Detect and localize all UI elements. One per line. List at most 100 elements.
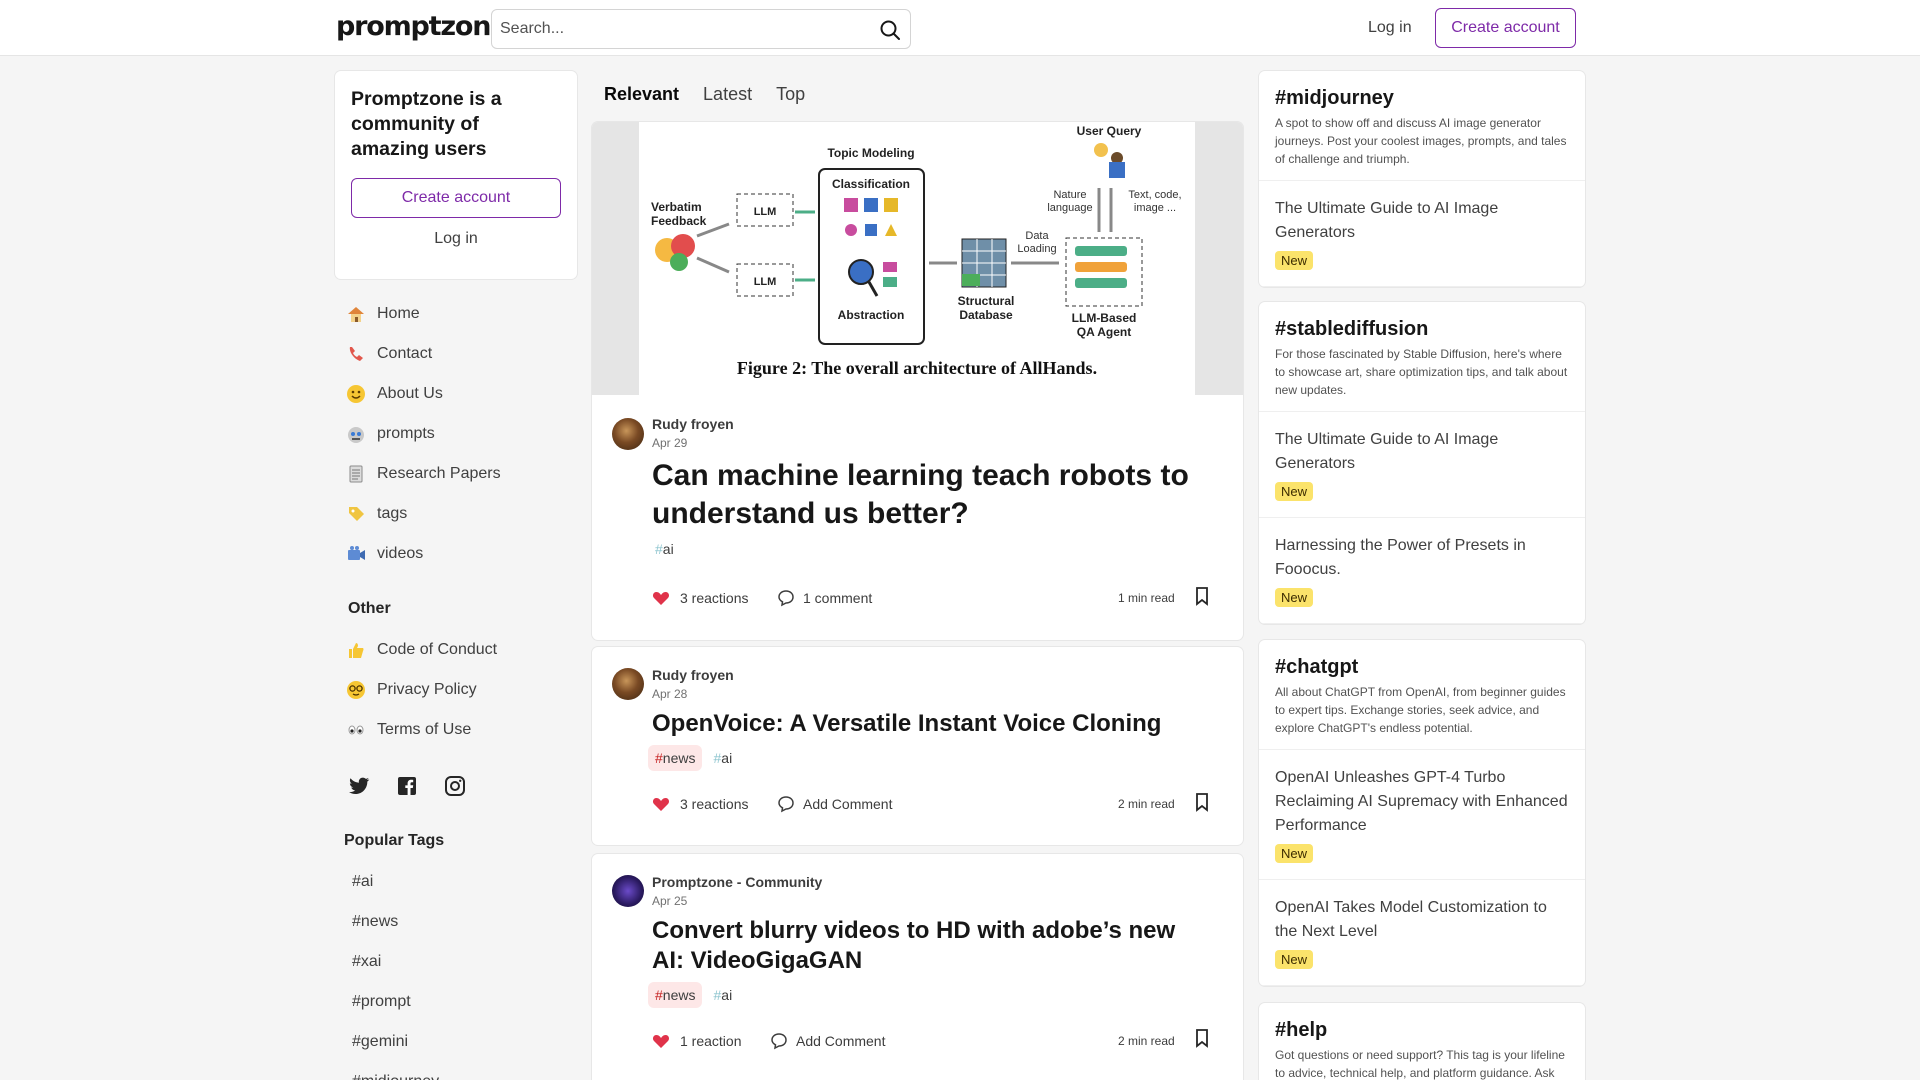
widget-header: #stablediffusion For those fascinated by… bbox=[1259, 302, 1585, 412]
robot-face-icon bbox=[345, 423, 367, 445]
post-author[interactable]: Rudy froyen bbox=[652, 667, 734, 683]
post-date[interactable]: Apr 28 bbox=[652, 687, 687, 701]
search-box[interactable] bbox=[491, 9, 911, 49]
site-logo[interactable]: promptzone. bbox=[336, 11, 518, 42]
avatar[interactable] bbox=[612, 668, 644, 700]
post-card[interactable]: Verbatim Feedback LLM LLM Topic Modeling… bbox=[592, 122, 1243, 640]
post-title[interactable]: Convert blurry videos to HD with adobe’s… bbox=[652, 916, 1212, 976]
reactions-button[interactable]: 3 reactions bbox=[652, 795, 748, 813]
post-title[interactable]: Can machine learning teach robots to und… bbox=[652, 457, 1192, 533]
post-title[interactable]: OpenVoice: A Versatile Instant Voice Clo… bbox=[652, 709, 1212, 739]
nerd-face-icon bbox=[345, 679, 367, 701]
post-card[interactable]: Rudy froyen Apr 28 OpenVoice: A Versatil… bbox=[592, 647, 1243, 845]
sidebar-item-about-us[interactable]: About Us bbox=[335, 374, 577, 414]
promo-create-account-button[interactable]: Create account bbox=[351, 178, 561, 218]
widget-post-item[interactable]: The Ultimate Guide to AI Image Generator… bbox=[1259, 181, 1585, 287]
post-author[interactable]: Rudy froyen bbox=[652, 416, 734, 432]
diagram-database: Database bbox=[959, 308, 1013, 322]
post-date[interactable]: Apr 25 bbox=[652, 894, 687, 908]
comments-button[interactable]: Add Comment bbox=[770, 1032, 885, 1050]
post-card[interactable]: Promptzone - Community Apr 25 Convert bl… bbox=[592, 854, 1243, 1080]
post-tag[interactable]: #ai bbox=[706, 745, 739, 771]
post-cover-image[interactable]: Verbatim Feedback LLM LLM Topic Modeling… bbox=[592, 122, 1243, 395]
popular-tags-heading: Popular Tags bbox=[344, 832, 445, 849]
widget-post-title[interactable]: The Ultimate Guide to AI Image Generator… bbox=[1275, 428, 1569, 476]
telephone-icon bbox=[345, 343, 367, 365]
promo-title: Promptzone is a community of amazing use… bbox=[351, 88, 502, 160]
popular-tag-item[interactable]: #xai bbox=[335, 942, 577, 982]
bookmark-icon[interactable] bbox=[1192, 792, 1212, 812]
bookmark-icon[interactable] bbox=[1192, 1028, 1212, 1048]
bookmark-icon[interactable] bbox=[1192, 586, 1212, 606]
widget-post-title[interactable]: Harnessing the Power of Presets in Foooc… bbox=[1275, 534, 1569, 582]
post-author[interactable]: Promptzone - Community bbox=[652, 874, 822, 890]
popular-tag-item[interactable]: #news bbox=[335, 902, 577, 942]
widget-tag-title[interactable]: #chatgpt bbox=[1275, 656, 1569, 679]
widget-tag-title[interactable]: #help bbox=[1275, 1019, 1569, 1042]
community-promo-card: Promptzone is a community of amazing use… bbox=[335, 71, 577, 279]
twitter-icon[interactable] bbox=[347, 774, 371, 798]
sidebar-item-videos[interactable]: videos bbox=[335, 534, 577, 574]
comments-button[interactable]: 1 comment bbox=[777, 589, 872, 607]
tab-latest[interactable]: Latest bbox=[691, 76, 764, 113]
diagram-text-code: Text, code, bbox=[1128, 189, 1181, 201]
popular-tag-item[interactable]: #gemini bbox=[335, 1022, 577, 1062]
post-tags: #ai bbox=[648, 536, 681, 562]
widget-post-item[interactable]: Harnessing the Power of Presets in Foooc… bbox=[1259, 518, 1585, 624]
post-tag-news[interactable]: #news bbox=[648, 745, 703, 771]
search-input[interactable] bbox=[492, 10, 852, 48]
facebook-icon[interactable] bbox=[395, 774, 419, 798]
sidebar-item-label: Privacy Policy bbox=[377, 681, 477, 698]
instagram-icon[interactable] bbox=[443, 774, 467, 798]
comments-button[interactable]: Add Comment bbox=[777, 795, 892, 813]
search-icon[interactable] bbox=[878, 18, 902, 42]
widget-post-title[interactable]: OpenAI Takes Model Customization to the … bbox=[1275, 896, 1569, 944]
post-tag-news[interactable]: #news bbox=[648, 982, 703, 1008]
reactions-button[interactable]: 3 reactions bbox=[652, 589, 748, 607]
widget-post-item[interactable]: OpenAI Takes Model Customization to the … bbox=[1259, 880, 1585, 986]
header-create-account-button[interactable]: Create account bbox=[1435, 8, 1576, 48]
diagram-llm-bottom: LLM bbox=[754, 276, 777, 288]
widget-post-item[interactable]: OpenAI Unleashes GPT-4 Turbo Reclaiming … bbox=[1259, 750, 1585, 880]
tab-top[interactable]: Top bbox=[764, 76, 817, 113]
widget-post-title[interactable]: OpenAI Unleashes GPT-4 Turbo Reclaiming … bbox=[1275, 766, 1569, 838]
social-links bbox=[347, 774, 467, 798]
header-login-link[interactable]: Log in bbox=[1356, 8, 1424, 48]
post-tag[interactable]: #ai bbox=[706, 982, 739, 1008]
widget-post-title[interactable]: The Ultimate Guide to AI Image Generator… bbox=[1275, 197, 1569, 245]
reactions-button[interactable]: 1 reaction bbox=[652, 1032, 741, 1050]
sidebar-item-prompts[interactable]: prompts bbox=[335, 414, 577, 454]
cover-figure-caption: Figure 2: The overall architecture of Al… bbox=[737, 358, 1097, 378]
read-time: 2 min read bbox=[1118, 1034, 1175, 1048]
tag-widget-chatgpt: #chatgpt All about ChatGPT from OpenAI, … bbox=[1259, 640, 1585, 986]
widget-tag-title[interactable]: #stablediffusion bbox=[1275, 318, 1569, 341]
popular-tag-item[interactable]: #prompt bbox=[335, 982, 577, 1022]
sidebar-item-tags[interactable]: tags bbox=[335, 494, 577, 534]
popular-tag-item[interactable]: #ai bbox=[335, 862, 577, 902]
heart-icon bbox=[652, 1032, 670, 1050]
post-tags: #news #ai bbox=[648, 982, 739, 1008]
new-badge: New bbox=[1275, 588, 1314, 607]
post-date[interactable]: Apr 29 bbox=[652, 436, 687, 450]
popular-tag-item[interactable]: #midjourney bbox=[335, 1062, 577, 1080]
new-badge: New bbox=[1275, 482, 1314, 501]
sidebar-item-contact[interactable]: Contact bbox=[335, 334, 577, 374]
post-tag[interactable]: #ai bbox=[648, 536, 681, 562]
avatar[interactable] bbox=[612, 875, 644, 907]
tab-relevant[interactable]: Relevant bbox=[592, 76, 691, 113]
avatar[interactable] bbox=[612, 418, 644, 450]
new-badge: New bbox=[1275, 251, 1314, 270]
diagram-qa-agent: QA Agent bbox=[1077, 325, 1131, 339]
widget-post-item[interactable]: The Ultimate Guide to AI Image Generator… bbox=[1259, 412, 1585, 518]
widget-header: #midjourney A spot to show off and discu… bbox=[1259, 71, 1585, 181]
tag-widget-midjourney: #midjourney A spot to show off and discu… bbox=[1259, 71, 1585, 287]
widget-tag-title[interactable]: #midjourney bbox=[1275, 87, 1569, 110]
sidebar-item-research-papers[interactable]: Research Papers bbox=[335, 454, 577, 494]
sidebar-item-home[interactable]: Home bbox=[335, 294, 577, 334]
sidebar-item-terms-of-use[interactable]: Terms of Use bbox=[335, 710, 577, 750]
sidebar-item-code-of-conduct[interactable]: Code of Conduct bbox=[335, 630, 577, 670]
promo-login-link[interactable]: Log in bbox=[351, 230, 561, 248]
sidebar-item-privacy-policy[interactable]: Privacy Policy bbox=[335, 670, 577, 710]
diagram-classification: Classification bbox=[832, 177, 910, 191]
diagram-verbatim: Verbatim bbox=[651, 200, 702, 214]
